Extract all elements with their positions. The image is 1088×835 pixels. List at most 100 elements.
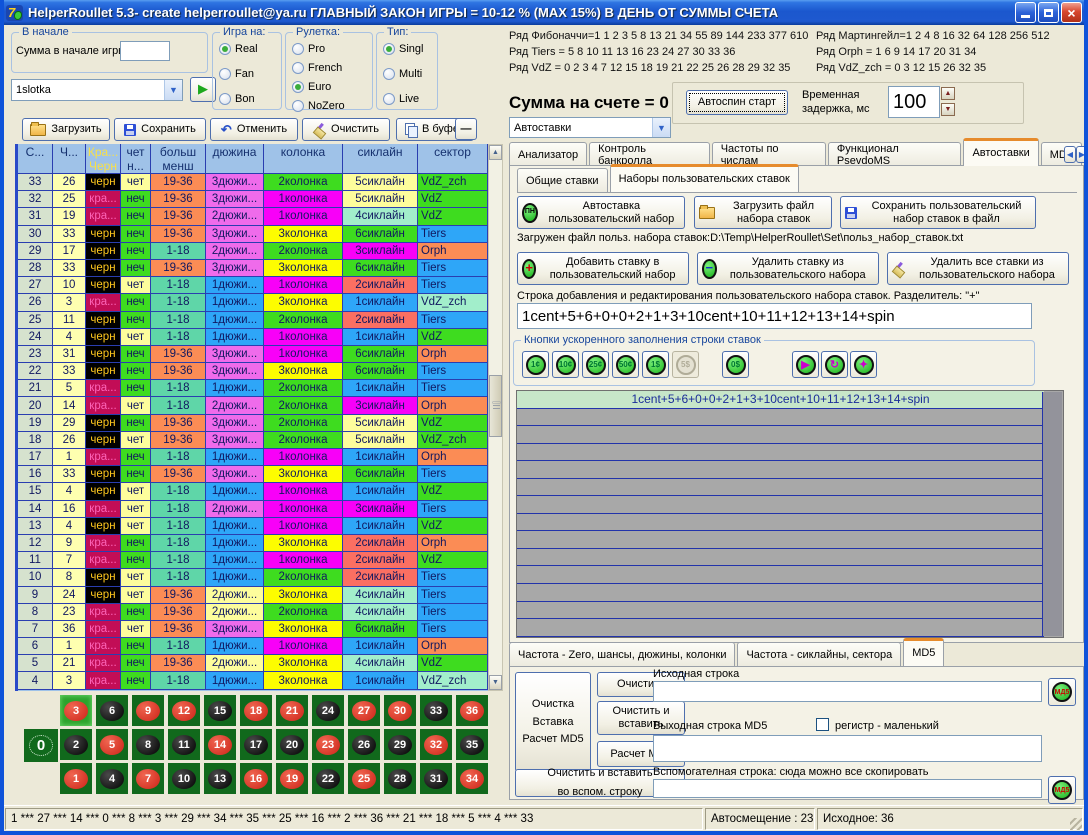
column-header[interactable]: Кра... [86,144,121,159]
board-number-3[interactable]: 3 [60,695,92,726]
subtab-наборы-пользовательских-ставок[interactable]: Наборы пользовательских ставок [610,164,799,192]
board-number-28[interactable]: 28 [384,763,416,794]
bet-edit-input[interactable]: 1cent+5+6+0+0+2+1+3+10cent+10+11+12+13+1… [517,303,1032,329]
radio-fan[interactable]: Fan [219,68,254,80]
radio-dot[interactable] [292,43,304,55]
chip-25c[interactable]: 25¢ [582,351,609,378]
list-item[interactable] [517,619,1044,637]
column-header[interactable]: Ч... [53,144,86,159]
board-number-12[interactable]: 12 [168,695,200,726]
autobets-open-folder-button[interactable]: Загрузить файл набора ставок [694,196,832,229]
quick-repeat-button[interactable]: ↻ [821,351,848,378]
board-number-15[interactable]: 15 [204,695,236,726]
board-number-22[interactable]: 22 [312,763,344,794]
column-header[interactable]: сиклайн [343,144,418,159]
start-sum-input[interactable] [120,41,170,61]
scroll-up-icon[interactable]: ▲ [489,145,502,160]
radio-real[interactable]: Real [219,43,258,55]
md5-out-input[interactable] [653,735,1042,762]
toolbar-clean-button[interactable]: Очистить [302,118,390,141]
board-number-24[interactable]: 24 [312,695,344,726]
delay-input[interactable]: 100 [888,86,940,118]
autobets-save-button[interactable]: Сохранить пользовательский набор ставок … [840,196,1036,229]
board-number-17[interactable]: 17 [240,729,272,760]
board-number-23[interactable]: 23 [312,729,344,760]
list-item[interactable] [517,531,1044,549]
autobets-pn-button[interactable]: ПНАвтоставка пользовательский набор [517,196,685,229]
list-item[interactable] [517,461,1044,479]
board-number-21[interactable]: 21 [276,695,308,726]
radio-bon[interactable]: Bon [219,93,255,105]
radio-nozero[interactable]: NoZero [292,100,345,112]
list-item[interactable] [517,602,1044,620]
column-header[interactable]: дюжина [206,144,264,159]
board-number-20[interactable]: 20 [276,729,308,760]
radio-dot[interactable] [383,68,395,80]
board-number-31[interactable]: 31 [420,763,452,794]
md5-src-calc-button[interactable]: МД5 [1048,678,1076,706]
list-item[interactable] [517,496,1044,514]
board-number-18[interactable]: 18 [240,695,272,726]
column-header[interactable]: сектор [418,144,488,159]
board-number-35[interactable]: 35 [456,729,488,760]
delay-spinner[interactable]: ▲ ▼ [941,87,955,116]
resize-grip[interactable] [1070,818,1082,830]
quick-play-button[interactable]: ▶ [792,351,819,378]
radio-dot[interactable] [219,43,231,55]
chip-1c[interactable]: 1¢ [522,351,549,378]
board-number-33[interactable]: 33 [420,695,452,726]
column-header[interactable]: С... [18,144,53,159]
chip-1d[interactable]: 1$ [642,351,669,378]
board-number-25[interactable]: 25 [348,763,380,794]
md5-aux-input[interactable] [653,779,1042,798]
autobets-combo[interactable]: Автоставки ▼ [509,117,671,138]
column-header[interactable]: больш [151,144,206,159]
board-number-14[interactable]: 14 [204,729,236,760]
md5-big-button[interactable]: ОчисткаВставкаРасчет MD5 [515,672,591,772]
maximize-button[interactable] [1038,2,1059,23]
board-number-13[interactable]: 13 [204,763,236,794]
autobets-remove-button[interactable]: −Удалить ставку из пользовательского наб… [697,252,879,285]
freqtab-md5[interactable]: MD5 [903,638,944,666]
autobets-add-button[interactable]: +Добавить ставку в пользовательский набо… [517,252,689,285]
board-number-26[interactable]: 26 [348,729,380,760]
radio-dot[interactable] [292,62,304,74]
column-header[interactable]: колонка [264,144,343,159]
board-number-27[interactable]: 27 [348,695,380,726]
radio-dot[interactable] [292,81,304,93]
toolbar-save-button[interactable]: Сохранить [114,118,206,141]
radio-dot[interactable] [219,68,231,80]
radio-dot[interactable] [383,93,395,105]
collapse-button[interactable]: — [455,118,477,140]
board-number-19[interactable]: 19 [276,763,308,794]
radio-live[interactable]: Live [383,93,419,105]
board-number-8[interactable]: 8 [132,729,164,760]
list-item[interactable] [517,549,1044,567]
spinner-down-icon[interactable]: ▼ [941,103,955,116]
board-number-16[interactable]: 16 [240,763,272,794]
tab-контроль-банкролла[interactable]: Контроль банкролла [589,142,710,166]
list-item[interactable] [517,426,1044,444]
radio-euro[interactable]: Euro [292,81,331,93]
chevron-down-icon[interactable]: ▼ [164,80,182,100]
list-item[interactable] [517,444,1044,462]
radio-dot[interactable] [292,100,304,112]
radio-french[interactable]: French [292,62,342,74]
toolbar-undo-button[interactable]: ↶Отменить [210,118,298,141]
board-number-6[interactable]: 6 [96,695,128,726]
table-scrollbar[interactable]: ▲ ▼ [488,144,503,691]
radio-dot[interactable] [219,93,231,105]
chip-10c[interactable]: 10¢ [552,351,579,378]
freqtab-частота-сиклайны-сектора[interactable]: Частота - сиклайны, сектора [737,642,901,666]
md5-aux-calc-button[interactable]: МД5 [1048,776,1076,804]
list-item-selected[interactable]: 1cent+5+6+0+0+2+1+3+10cent+10+11+12+13+1… [517,391,1044,409]
chevron-down-icon[interactable]: ▼ [652,118,670,137]
scroll-down-icon[interactable]: ▼ [489,675,502,690]
radio-singl[interactable]: Singl [383,43,423,55]
quick-shuffle-button[interactable]: ✦ [850,351,877,378]
chip-0d[interactable]: 0$ [722,351,749,378]
md5-src-input[interactable] [653,681,1042,702]
board-number-1[interactable]: 1 [60,763,92,794]
scrollbar-thumb[interactable] [489,375,502,437]
board-number-10[interactable]: 10 [168,763,200,794]
